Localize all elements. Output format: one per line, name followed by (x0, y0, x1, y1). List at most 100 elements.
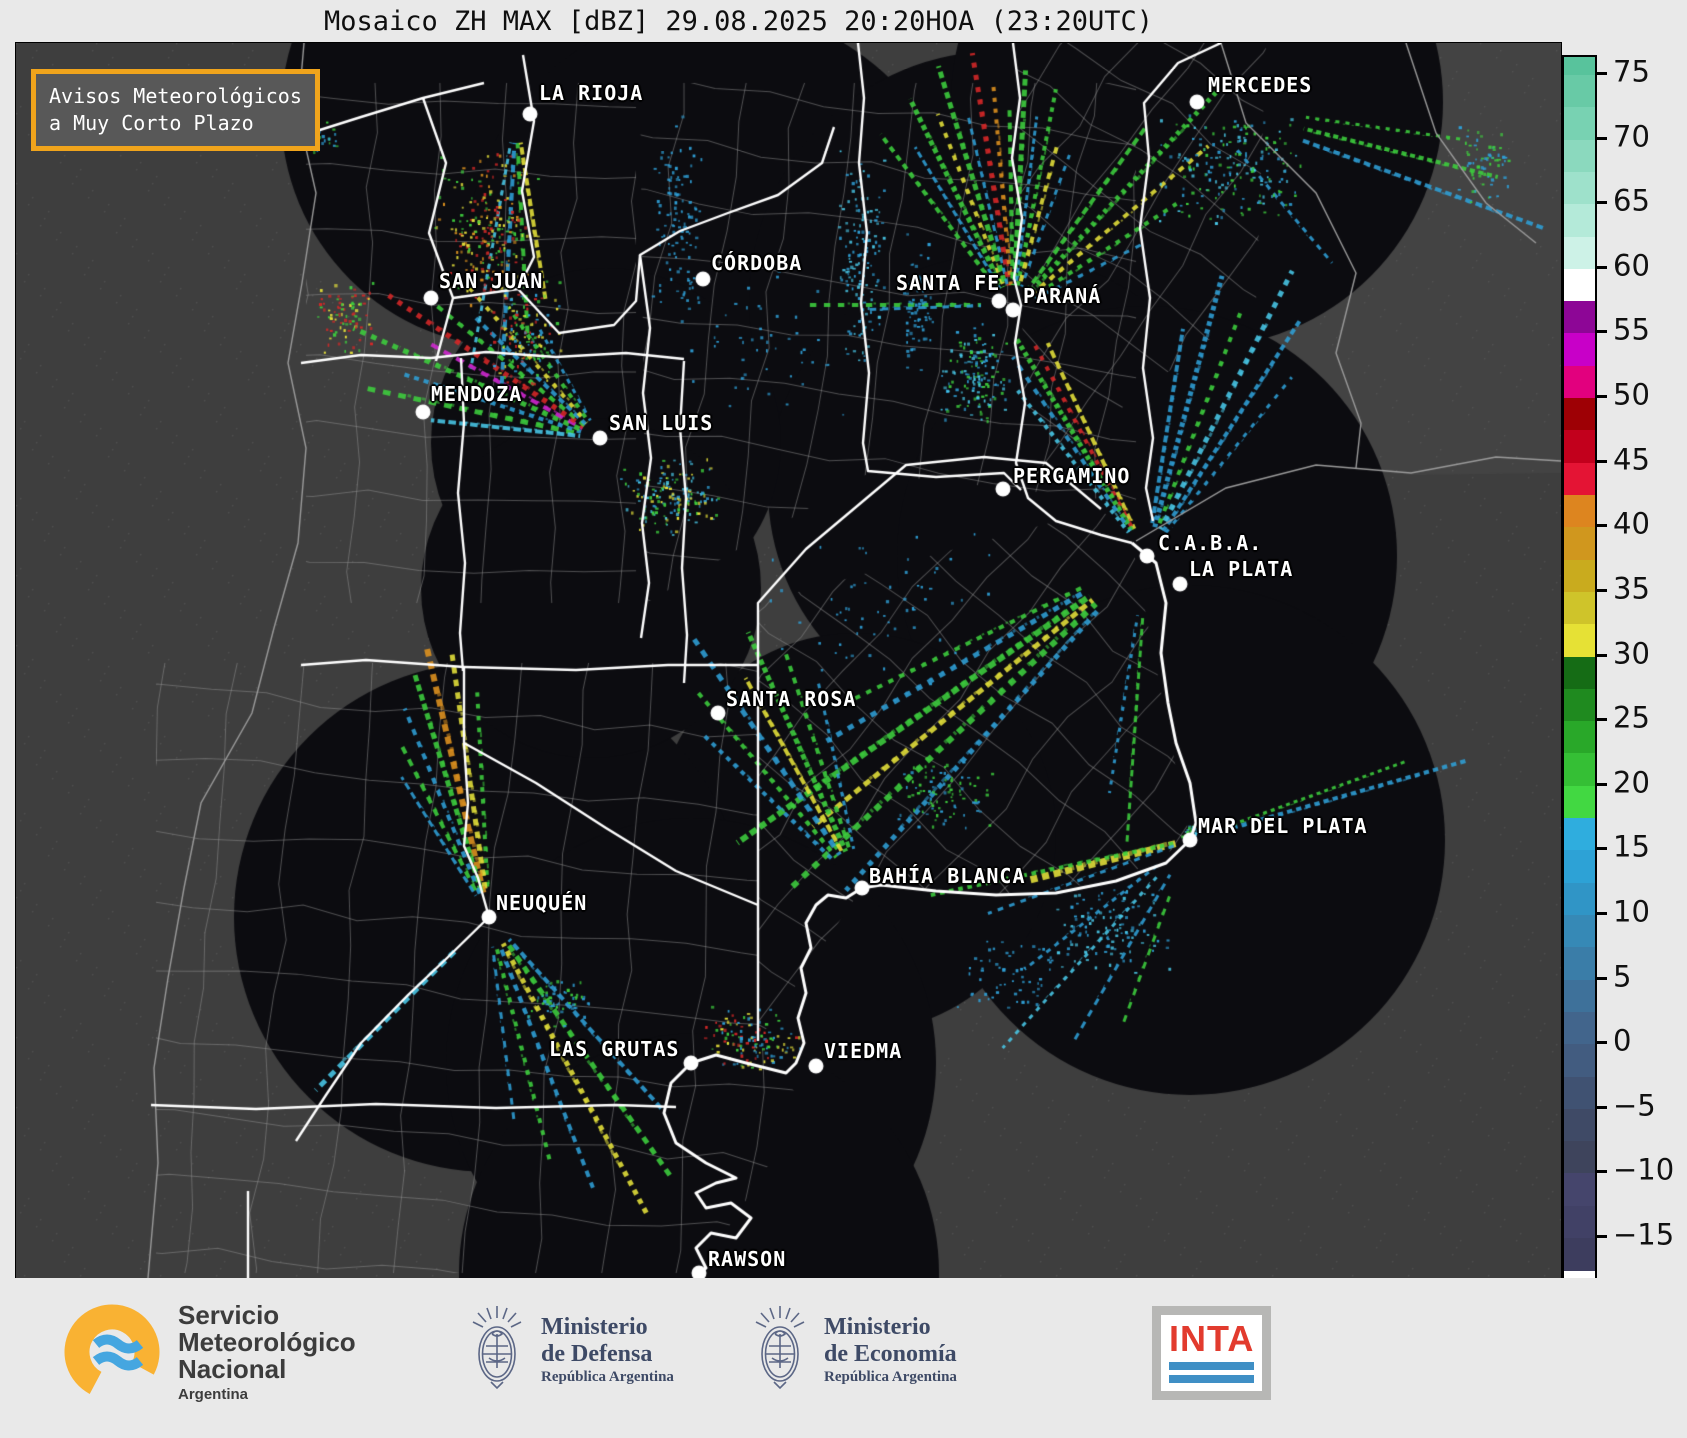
city-label-la-rioja: LA RIOJA (539, 81, 644, 105)
colorbar-tick-label: 25 (1613, 700, 1650, 735)
colorbar-tick-label: 30 (1613, 636, 1650, 671)
colorbar-tick-label: 15 (1613, 830, 1650, 865)
colorbar-band (1564, 398, 1595, 431)
colorbar-tick-label: 40 (1613, 506, 1650, 541)
colorbar-band (1564, 365, 1595, 399)
colorbar-tick (1597, 653, 1607, 657)
city-label-san-juan: SAN JUAN (439, 269, 544, 293)
colorbar-band (1564, 785, 1595, 819)
colorbar-band (1564, 139, 1595, 173)
colorbar-band (1564, 171, 1595, 205)
city-label-santa-fe: SANTA FE (896, 271, 1001, 295)
ministerio-economia-text: Ministerio de Economía República Argenti… (824, 1314, 957, 1385)
colorbar-tick (1597, 976, 1607, 980)
smn-logo: Servicio Meteorológico Nacional Argentin… (62, 1300, 356, 1404)
smn-line3: Nacional (178, 1354, 287, 1385)
city-label-mendoza: MENDOZA (431, 382, 523, 406)
smn-line2: Meteorológico (178, 1326, 356, 1357)
smn-line4: Argentina (178, 1385, 249, 1403)
city-label-rawson: RAWSON (708, 1247, 787, 1271)
colorbar-band (1564, 1108, 1595, 1142)
colorbar-band (1564, 1205, 1595, 1239)
colorbar-tick-label: 0 (1613, 1023, 1632, 1058)
defensa-line2: de Defensa (541, 1340, 653, 1367)
colorbar-tick-label: 5 (1613, 959, 1632, 994)
colorbar-band (1564, 430, 1595, 464)
city-label-viedma: VIEDMA (824, 1039, 903, 1063)
colorbar-band (1564, 527, 1595, 561)
city-label-santa-rosa: SANTA ROSA (726, 687, 857, 711)
colorbar-tick (1597, 718, 1607, 722)
colorbar-band (1564, 850, 1595, 884)
colorbar-band (1564, 204, 1595, 238)
coat-of-arms-icon (465, 1304, 529, 1396)
ministerio-defensa-logo: Ministerio de Defensa República Argentin… (465, 1304, 674, 1396)
footer: Servicio Meteorológico Nacional Argentin… (0, 1278, 1687, 1438)
colorbar-band (1564, 333, 1595, 367)
smn-logo-text: Servicio Meteorológico Nacional Argentin… (178, 1299, 356, 1403)
colorbar-tick (1597, 847, 1607, 851)
inta-bar-icon (1169, 1362, 1255, 1370)
radar-map: LA RIOJA MERCEDES SAN JUAN CÓRDOBA SANTA FE P… (15, 42, 1562, 1279)
colorbar-tick (1597, 459, 1607, 463)
colorbar-band (1564, 914, 1595, 948)
colorbar-tick (1597, 136, 1607, 140)
colorbar-band (1564, 1044, 1595, 1078)
city-label-las-grutas: LAS GRUTAS (549, 1037, 680, 1061)
colorbar-band (1564, 75, 1595, 108)
warning-banner-line2: a Muy Corto Plazo (49, 111, 254, 135)
colorbar-tick-label: 60 (1613, 248, 1650, 283)
colorbar-tick-label: 20 (1613, 765, 1650, 800)
colorbar-tick-label: 50 (1613, 377, 1650, 412)
colorbar-band (1564, 494, 1595, 528)
warning-banner[interactable]: Avisos Meteorológicos a Muy Corto Plazo (31, 69, 320, 151)
colorbar-band (1564, 57, 1595, 76)
colorbar-tick-label: 70 (1613, 119, 1650, 154)
city-label-bah-a-blanca: BAHÍA BLANCA (869, 864, 1026, 888)
radar-map-canvas (16, 43, 1561, 1278)
ministerio-defensa-text: Ministerio de Defensa República Argentin… (541, 1314, 674, 1385)
colorbar-tick (1597, 1170, 1607, 1174)
coat-of-arms-icon (748, 1304, 812, 1396)
warning-banner-line1: Avisos Meteorológicos (49, 84, 302, 108)
city-label-la-plata: LA PLATA (1189, 557, 1294, 581)
inta-logo-text: INTA (1169, 1318, 1255, 1359)
city-label-c-rdoba: CÓRDOBA (711, 251, 803, 275)
colorbar-band (1564, 656, 1595, 690)
smn-line1: Servicio (178, 1299, 280, 1330)
colorbar-tick (1597, 588, 1607, 592)
economia-line2: de Economía (824, 1340, 957, 1367)
city-label-mercedes: MERCEDES (1208, 73, 1313, 97)
colorbar-band (1564, 301, 1595, 335)
inta-logo: INTA (1152, 1306, 1272, 1400)
city-label-mar-del-plata: MAR DEL PLATA (1198, 814, 1368, 838)
inta-bar-icon (1169, 1375, 1255, 1383)
economia-line3: República Argentina (824, 1369, 957, 1386)
city-label-san-luis: SAN LUIS (609, 411, 714, 435)
colorbar-tick (1597, 330, 1607, 334)
colorbar-tick-label: 65 (1613, 183, 1650, 218)
colorbar-band (1564, 882, 1595, 916)
colorbar-band (1564, 979, 1595, 1013)
colorbar-band (1564, 753, 1595, 787)
colorbar-band (1564, 818, 1595, 851)
colorbar-band (1564, 1173, 1595, 1207)
colorbar-tick (1597, 1105, 1607, 1109)
colorbar-band (1564, 591, 1595, 625)
page-title: Mosaico ZH MAX [dBZ] 29.08.2025 20:20HOA… (323, 6, 1154, 37)
colorbar-band (1564, 947, 1595, 981)
colorbar-band (1564, 1238, 1595, 1271)
colorbar-tick (1597, 72, 1607, 75)
colorbar-tick-label: −5 (1613, 1088, 1656, 1123)
colorbar-tick (1597, 265, 1607, 269)
city-label-neuqu-n: NEUQUÉN (496, 891, 588, 915)
city-label-paran-: PARANÁ (1023, 284, 1102, 308)
colorbar-band (1564, 236, 1595, 270)
colorbar-tick-label: 55 (1613, 313, 1650, 348)
economia-line1: Ministerio (824, 1314, 931, 1341)
colorbar-band (1564, 559, 1595, 593)
colorbar-tick (1597, 911, 1607, 915)
colorbar-tick (1597, 395, 1607, 399)
ministerio-economia-logo: Ministerio de Economía República Argenti… (748, 1304, 957, 1396)
defensa-line3: República Argentina (541, 1369, 674, 1386)
